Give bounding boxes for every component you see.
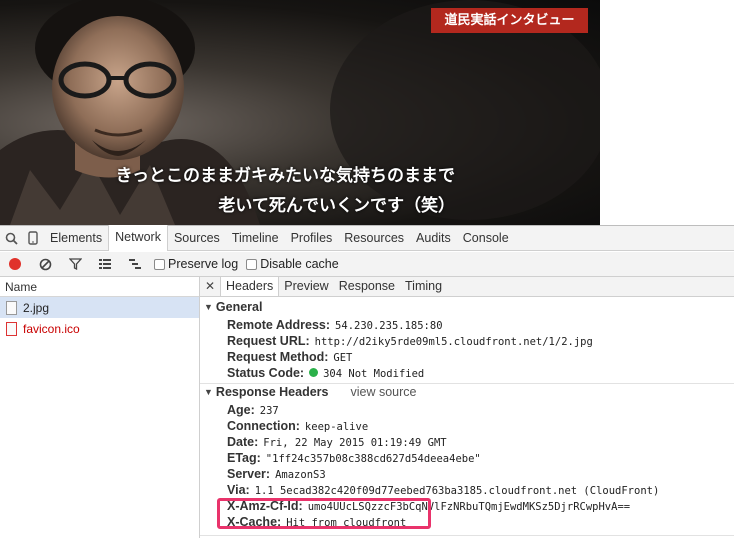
- article-photo: 道民実話インタビュー きっとこのままガキみたいな気持ちのままで 老いて死んでいく…: [0, 0, 734, 225]
- network-toolbar: Preserve log Disable cache: [0, 252, 734, 277]
- file-error-icon: [6, 321, 17, 336]
- general-request-method: Request Method: GET: [227, 350, 352, 364]
- request-name: favicon.ico: [23, 321, 80, 336]
- tab-timeline[interactable]: Timeline: [226, 226, 285, 251]
- name-column-header[interactable]: Name: [0, 277, 199, 297]
- preserve-log-label: Preserve log: [168, 257, 239, 271]
- status-ok-icon: [309, 368, 319, 377]
- header-value: Fri, 22 May 2015 01:19:49 GMT: [263, 437, 447, 449]
- clear-button[interactable]: [30, 252, 60, 277]
- preserve-log-checkbox[interactable]: [154, 258, 165, 270]
- header-value: keep-alive: [304, 421, 369, 433]
- general-title: General: [215, 300, 263, 314]
- tab-elements[interactable]: Elements: [44, 226, 108, 251]
- response-header-age: Age: 237: [227, 403, 279, 417]
- search-icon[interactable]: [0, 227, 22, 249]
- section-divider: [200, 383, 734, 384]
- header-key: ETag:: [227, 451, 261, 465]
- response-header-server: Server: AmazonS3: [227, 467, 326, 481]
- header-key: Request URL:: [227, 334, 310, 348]
- tab-network[interactable]: Network: [108, 225, 168, 251]
- header-value: 54.230.235.185:80: [335, 320, 443, 332]
- header-value: 237: [259, 405, 279, 417]
- response-header-etag: ETag: "1ff24c357b08c388cd627d54deea4ebe": [227, 451, 481, 465]
- header-key: Via:: [227, 483, 250, 497]
- file-icon: [6, 300, 17, 315]
- header-key: Server:: [227, 467, 271, 481]
- header-value: http://d2iky5rde09ml5.cloudfront.net/1/2…: [314, 336, 593, 348]
- devtools-panel-tabs: Elements Network Sources Timeline Profil…: [0, 225, 734, 251]
- tab-console[interactable]: Console: [457, 226, 515, 251]
- view-source-link[interactable]: view source: [350, 385, 416, 399]
- triangle-down-icon: ▼: [204, 302, 213, 312]
- filter-button[interactable]: [60, 252, 90, 277]
- header-key: Age:: [227, 403, 255, 417]
- photo-caption-line2: 老いて死んでいくンです（笑）: [218, 196, 455, 216]
- overview-button[interactable]: [120, 252, 150, 277]
- close-icon[interactable]: ✕: [200, 277, 220, 296]
- tab-response[interactable]: Response: [334, 277, 400, 296]
- section-divider: [200, 535, 734, 536]
- request-row-2jpg[interactable]: 2.jpg: [0, 297, 199, 318]
- tab-timing[interactable]: Timing: [400, 277, 447, 296]
- triangle-down-icon: ▼: [204, 387, 213, 397]
- header-value: 1.1 5ecad382c420f09d77eebed763ba3185.clo…: [254, 485, 660, 497]
- disable-cache-label: Disable cache: [260, 257, 339, 271]
- response-headers-section-header[interactable]: ▼ Response Headers view source: [204, 385, 416, 399]
- list-view-icon: [99, 259, 111, 269]
- tab-profiles[interactable]: Profiles: [285, 226, 339, 251]
- request-name: 2.jpg: [23, 300, 50, 315]
- general-remote-address: Remote Address: 54.230.235.185:80: [227, 318, 443, 332]
- general-status-code: Status Code: 304 Not Modified: [227, 366, 424, 380]
- request-row-favicon[interactable]: favicon.ico: [0, 318, 199, 339]
- general-request-url: Request URL: http://d2iky5rde09ml5.cloud…: [227, 334, 593, 348]
- tab-headers[interactable]: Headers: [220, 277, 280, 296]
- detail-tabs: ✕ Headers Preview Response Timing: [200, 277, 734, 297]
- header-key: Remote Address:: [227, 318, 331, 332]
- page-margin: [600, 0, 734, 225]
- tab-resources[interactable]: Resources: [338, 226, 410, 251]
- photo-caption-line1: きっとこのままガキみたいな気持ちのままで: [115, 166, 455, 186]
- record-icon: [9, 258, 21, 270]
- filter-icon: [68, 258, 82, 270]
- large-rows-button[interactable]: [90, 252, 120, 277]
- tab-preview[interactable]: Preview: [279, 277, 333, 296]
- response-header-date: Date: Fri, 22 May 2015 01:19:49 GMT: [227, 435, 447, 449]
- header-value: AmazonS3: [275, 469, 326, 481]
- tab-audits[interactable]: Audits: [410, 226, 457, 251]
- clear-icon: [39, 258, 51, 270]
- header-value: "1ff24c357b08c388cd627d54deea4ebe": [265, 453, 481, 465]
- header-key: Connection:: [227, 419, 300, 433]
- device-mode-icon[interactable]: [22, 227, 44, 249]
- response-headers-title: Response Headers: [215, 385, 329, 399]
- request-list: Name 2.jpg favicon.ico: [0, 277, 200, 538]
- interview-badge: 道民実話インタビュー: [431, 8, 588, 33]
- disable-cache-toggle[interactable]: Disable cache: [246, 257, 339, 271]
- record-button[interactable]: [0, 252, 30, 277]
- devtools-panel: Elements Network Sources Timeline Profil…: [0, 225, 734, 538]
- header-key: Request Method:: [227, 350, 329, 364]
- tab-sources[interactable]: Sources: [168, 226, 226, 251]
- response-header-via: Via: 1.1 5ecad382c420f09d77eebed763ba318…: [227, 483, 659, 497]
- header-value: 304 Not Modified: [323, 368, 425, 380]
- disable-cache-checkbox[interactable]: [246, 258, 258, 270]
- waterfall-icon: [129, 259, 141, 269]
- response-header-connection: Connection: keep-alive: [227, 419, 368, 433]
- x-cache-highlight: [217, 498, 431, 529]
- header-key: Date:: [227, 435, 259, 449]
- portrait-image: 道民実話インタビュー きっとこのままガキみたいな気持ちのままで 老いて死んでいく…: [0, 0, 600, 225]
- header-key: Status Code:: [227, 366, 305, 380]
- preserve-log-toggle[interactable]: Preserve log: [154, 257, 238, 271]
- header-value: GET: [333, 352, 353, 364]
- general-section-header[interactable]: ▼ General: [204, 300, 262, 314]
